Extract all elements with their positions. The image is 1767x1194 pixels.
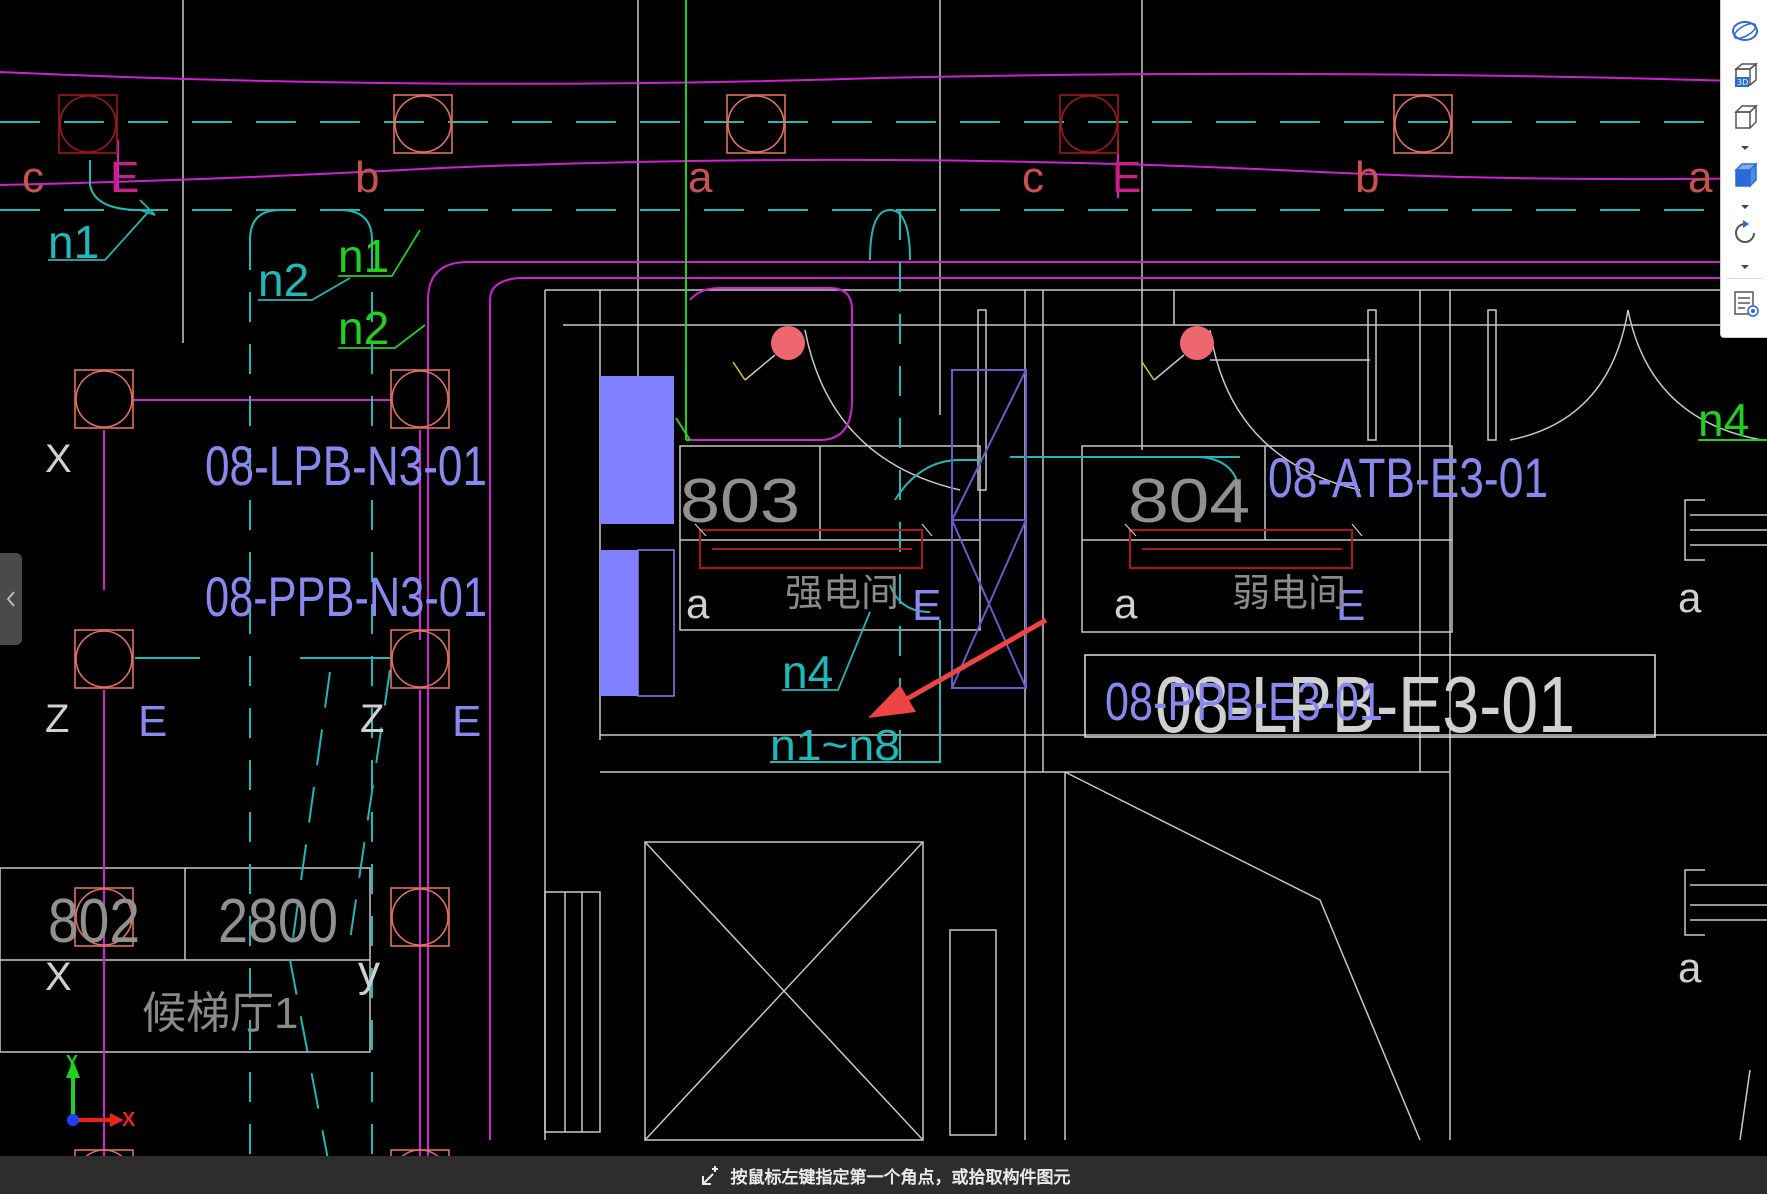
grid-letter: X bbox=[45, 955, 72, 999]
shaded-cube-icon[interactable] bbox=[1730, 160, 1760, 190]
circuit-label-n4-green: n4 bbox=[1698, 394, 1749, 446]
status-message: 按鼠标左键指定第一个角点，或拾取构件图元 bbox=[730, 1167, 1071, 1188]
status-bar: 按鼠标左键指定第一个角点，或拾取构件图元 bbox=[0, 1156, 1767, 1194]
sensor-dot bbox=[771, 326, 805, 360]
grid-letter: Z bbox=[45, 697, 69, 741]
room-number-803: 803 bbox=[680, 467, 800, 536]
grid-letter: a bbox=[1678, 944, 1702, 991]
grid-letter: X bbox=[45, 437, 72, 481]
annotation-arrow bbox=[868, 617, 1048, 718]
grid-letter: E bbox=[912, 581, 941, 630]
grid-letter: a bbox=[1688, 153, 1713, 202]
sensor-dots[interactable] bbox=[771, 326, 1214, 360]
sensor-dot bbox=[1180, 326, 1214, 360]
grid-letter: c bbox=[22, 153, 44, 202]
tag-atb-e3: 08-ATB-E3-01 bbox=[1268, 446, 1548, 509]
grid-letter: a bbox=[688, 153, 713, 202]
room-name-elevator-hall: 候梯厅1 bbox=[142, 989, 298, 1038]
sensor-ticks bbox=[732, 361, 1155, 381]
circuit-label-n1-green: n1 bbox=[338, 230, 389, 282]
circuit-label-n2: n2 bbox=[258, 254, 309, 306]
chevron-down-icon[interactable] bbox=[1739, 202, 1751, 212]
orbit-icon[interactable] bbox=[1730, 16, 1760, 46]
select-corner-icon bbox=[701, 1166, 718, 1185]
room-number-804: 804 bbox=[1128, 467, 1250, 536]
grid-letter: E bbox=[138, 697, 167, 746]
view-toolbar: 3D bbox=[1720, 0, 1767, 338]
grid-letter: E bbox=[110, 153, 139, 202]
chevron-left-icon bbox=[6, 591, 15, 607]
grid-letter: Z bbox=[360, 697, 384, 741]
side-panel-toggle[interactable] bbox=[0, 553, 22, 645]
circuit-label-n2-green: n2 bbox=[338, 302, 389, 354]
ucs-axis-indicator: Y X bbox=[66, 1052, 136, 1131]
toolbar-divider bbox=[1727, 278, 1762, 279]
axis-label-y: Y bbox=[66, 1052, 78, 1072]
sensor-leaders bbox=[744, 354, 1185, 381]
grid-letter: y bbox=[358, 947, 380, 996]
tag-ppb-n3: 08-PPB-N3-01 bbox=[205, 565, 487, 628]
layer-display-icon[interactable] bbox=[1730, 288, 1760, 318]
cad-drawing-canvas[interactable]: c E b a c E b a X Z E Z E X y a E a E a … bbox=[0, 0, 1767, 1194]
3d-view-icon[interactable]: 3D bbox=[1730, 60, 1760, 90]
grid-letter: b bbox=[1355, 153, 1379, 202]
cube-view-icon[interactable] bbox=[1730, 102, 1760, 132]
svg-text:3D: 3D bbox=[1737, 78, 1748, 87]
chevron-down-icon[interactable] bbox=[1739, 143, 1751, 153]
grid-letter: b bbox=[355, 153, 379, 202]
room-name-strong: 强电间 bbox=[785, 573, 899, 615]
room-labels: 803 804 802 2800 强电间 弱电间 候梯厅1 bbox=[48, 467, 1346, 1038]
room-name-weak: 弱电间 bbox=[1232, 573, 1346, 615]
chevron-down-icon[interactable] bbox=[1739, 262, 1751, 272]
room-number-802: 802 bbox=[48, 887, 140, 956]
grid-letter: a bbox=[1114, 580, 1138, 627]
axis-label-x: X bbox=[122, 1109, 136, 1131]
tag-lpb-n3: 08-LPB-N3-01 bbox=[205, 434, 487, 497]
tag-ppb-e3: 08-PPB-E3-01 bbox=[1105, 672, 1383, 732]
grid-letter: E bbox=[452, 697, 481, 746]
rotate-icon[interactable] bbox=[1730, 218, 1760, 248]
grid-letter: a bbox=[1678, 574, 1702, 621]
grid-letter: c bbox=[1022, 153, 1044, 202]
distribution-panels[interactable] bbox=[600, 376, 675, 697]
dimension-label: 2800 bbox=[218, 887, 338, 956]
grid-letter: a bbox=[686, 580, 710, 627]
grid-letter: E bbox=[1112, 153, 1141, 202]
